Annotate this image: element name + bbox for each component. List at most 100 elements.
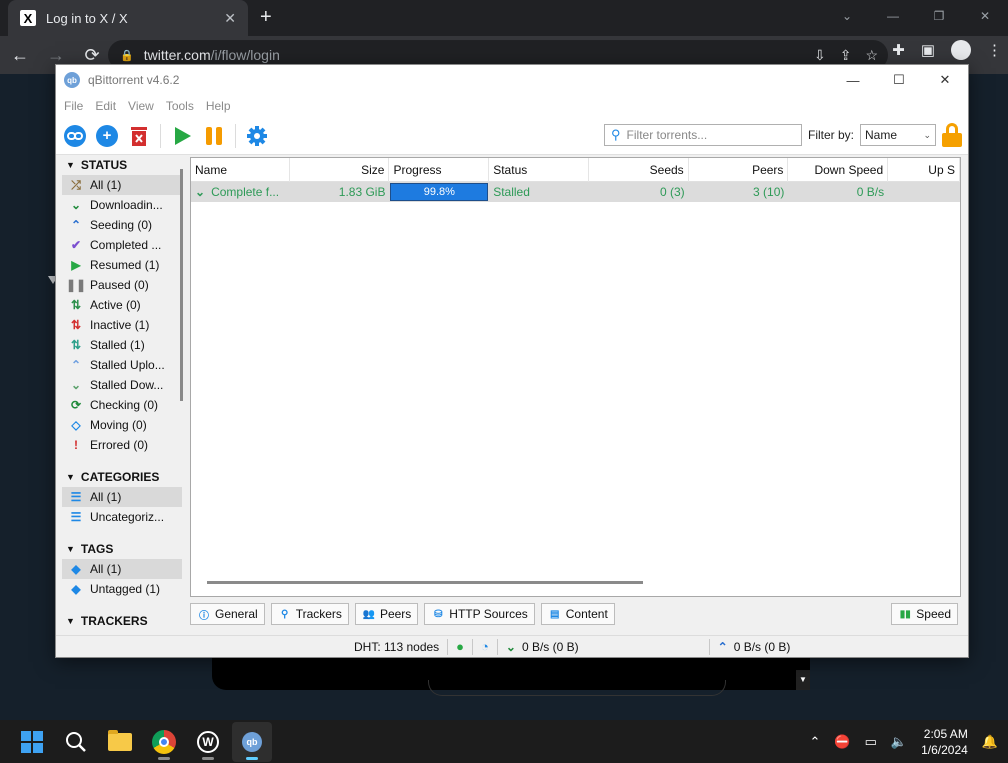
status-filter-item[interactable]: ⇅ Stalled (1) [62, 335, 188, 355]
download-speed[interactable]: 0 B/s (0 B) [522, 640, 579, 654]
add-torrent-file-button[interactable]: + [94, 123, 120, 149]
display-icon[interactable]: ▭ [865, 734, 877, 750]
install-icon[interactable]: ⇩ [814, 47, 826, 64]
caret-down-icon: ▼ [66, 544, 75, 554]
profile-avatar[interactable] [951, 40, 971, 60]
download-speed-icon: ⌄ [505, 639, 516, 654]
status-filter-item[interactable]: ⇅ Inactive (1) [62, 315, 188, 335]
share-icon[interactable]: ⇪ [840, 47, 852, 64]
filter-torrents-input[interactable]: ⚲ Filter torrents... [604, 124, 802, 146]
status-filter-item[interactable]: ◇ Moving (0) [62, 415, 188, 435]
menu-edit[interactable]: Edit [89, 99, 122, 113]
tab-label: Speed [916, 607, 951, 621]
column-seeds[interactable]: Seeds [589, 158, 689, 182]
new-tab-icon[interactable]: + [260, 6, 272, 29]
column-up-speed[interactable]: Up S [888, 158, 960, 182]
chrome-taskbar-button[interactable] [144, 722, 184, 762]
refresh-icon: ⟳ [70, 398, 82, 412]
resume-button[interactable] [169, 123, 195, 149]
clock[interactable]: 2:05 AM 1/6/2024 [921, 726, 968, 758]
sidebar-scrollbar[interactable] [180, 169, 183, 401]
delete-torrent-button[interactable] [126, 123, 152, 149]
tab-search-icon[interactable]: ⌄ [824, 0, 870, 32]
status-filter-item[interactable]: ⌄ Downloadin... [62, 195, 188, 215]
status-filter-item[interactable]: ⟳ Checking (0) [62, 395, 188, 415]
volume-muted-icon[interactable]: 🔈 [891, 734, 907, 750]
wordpress-taskbar-button[interactable]: W [188, 722, 228, 762]
qb-close-icon[interactable]: ✕ [922, 65, 968, 95]
tag-icon: ◆ [71, 582, 81, 596]
site-info-icon[interactable]: 🔒 [120, 49, 134, 62]
tag-item-untagged[interactable]: ◆ Untagged (1) [62, 579, 188, 599]
categories-section-header[interactable]: ▼ CATEGORIES [62, 467, 188, 487]
scroll-down-icon[interactable]: ▼ [796, 670, 810, 690]
status-filter-item[interactable]: ⌃ Stalled Uplo... [62, 355, 188, 375]
network-off-icon[interactable]: ⛔ [834, 734, 850, 750]
minimize-icon[interactable]: — [870, 0, 916, 32]
side-panel-icon[interactable]: ▣ [921, 41, 935, 59]
back-icon[interactable]: ← [4, 39, 36, 71]
tab-label: Trackers [295, 607, 342, 621]
status-filter-item[interactable]: ! Errored (0) [62, 435, 188, 455]
cell-size: 1.83 GiB [338, 185, 386, 199]
tab-content[interactable]: ▤ Content [540, 603, 615, 625]
browser-tab[interactable]: X Log in to X / X ✕ [8, 0, 248, 36]
gear-icon [247, 125, 267, 146]
upload-speed[interactable]: 0 B/s (0 B) [734, 640, 791, 654]
table-row[interactable]: ⌄ Complete f... 1.83 GiB 99.8% Stalled 0… [191, 182, 960, 202]
status-filter-item[interactable]: ▶ Resumed (1) [62, 255, 188, 275]
tab-peers[interactable]: 👥 Peers [354, 603, 419, 625]
tab-trackers[interactable]: ⚲ Trackers [270, 603, 349, 625]
extensions-icon[interactable]: ✚ [892, 41, 905, 59]
notification-bell-icon[interactable]: 🔔 [982, 734, 998, 750]
alt-speed-icon[interactable]: ◔ [481, 639, 489, 654]
close-window-icon[interactable]: ✕ [962, 0, 1008, 32]
torrent-list: Name Size Progress Status Seeds Peers Do… [190, 157, 961, 597]
column-peers[interactable]: Peers [689, 158, 789, 182]
menu-tools[interactable]: Tools [160, 99, 200, 113]
tab-speed[interactable]: ▮▮ Speed [891, 603, 958, 625]
tab-http-sources[interactable]: ⛁ HTTP Sources [424, 603, 535, 625]
horizontal-scrollbar[interactable] [207, 581, 643, 584]
close-tab-icon[interactable]: ✕ [224, 10, 236, 27]
tag-item-all[interactable]: ◆ All (1) [62, 559, 182, 579]
stalled-download-icon: ⌄ [70, 378, 82, 392]
chevron-up-icon[interactable]: ⌃ [810, 734, 821, 750]
status-filter-item[interactable]: ⌄ Stalled Dow... [62, 375, 188, 395]
search-button[interactable] [56, 722, 96, 762]
column-down-speed[interactable]: Down Speed [788, 158, 889, 182]
restore-icon[interactable]: ❐ [916, 0, 962, 32]
status-filter-item[interactable]: ⌃ Seeding (0) [62, 215, 188, 235]
menu-file[interactable]: File [58, 99, 89, 113]
status-filter-item[interactable]: ⤮ All (1) [62, 175, 182, 195]
category-item-uncategorized[interactable]: ☰ Uncategoriz... [62, 507, 188, 527]
pause-button[interactable] [201, 123, 227, 149]
column-size[interactable]: Size [290, 158, 390, 182]
trackers-section-header[interactable]: ▼ TRACKERS [62, 611, 188, 629]
bookmark-star-icon[interactable]: ☆ [865, 47, 878, 64]
lock-icon[interactable] [942, 123, 962, 147]
chrome-menu-icon[interactable]: ⋮ [987, 41, 1002, 59]
file-explorer-button[interactable] [100, 722, 140, 762]
status-filter-item[interactable]: ✔ Completed ... [62, 235, 188, 255]
column-status[interactable]: Status [489, 158, 589, 182]
qbittorrent-taskbar-button[interactable]: qb [232, 721, 272, 762]
start-button[interactable] [12, 722, 52, 762]
tags-section-header[interactable]: ▼ TAGS [62, 539, 188, 559]
clock-time: 2:05 AM [923, 726, 968, 741]
options-button[interactable] [244, 123, 270, 149]
add-torrent-link-button[interactable] [62, 123, 88, 149]
status-filter-item[interactable]: ❚❚ Paused (0) [62, 275, 188, 295]
column-name[interactable]: Name [191, 158, 290, 182]
qb-minimize-icon[interactable]: — [830, 65, 876, 95]
filter-by-select[interactable]: Name ⌄ [860, 124, 936, 146]
menu-view[interactable]: View [122, 99, 160, 113]
status-section-header[interactable]: ▼ STATUS [62, 155, 188, 175]
status-filter-item[interactable]: ⇅ Active (0) [62, 295, 188, 315]
category-item-all[interactable]: ☰ All (1) [62, 487, 182, 507]
tab-general[interactable]: ⓘ General [190, 603, 265, 625]
column-progress[interactable]: Progress [389, 158, 490, 182]
connection-status-icon[interactable]: ● [456, 639, 464, 654]
menu-help[interactable]: Help [200, 99, 237, 113]
qb-maximize-icon[interactable]: ☐ [876, 65, 922, 95]
